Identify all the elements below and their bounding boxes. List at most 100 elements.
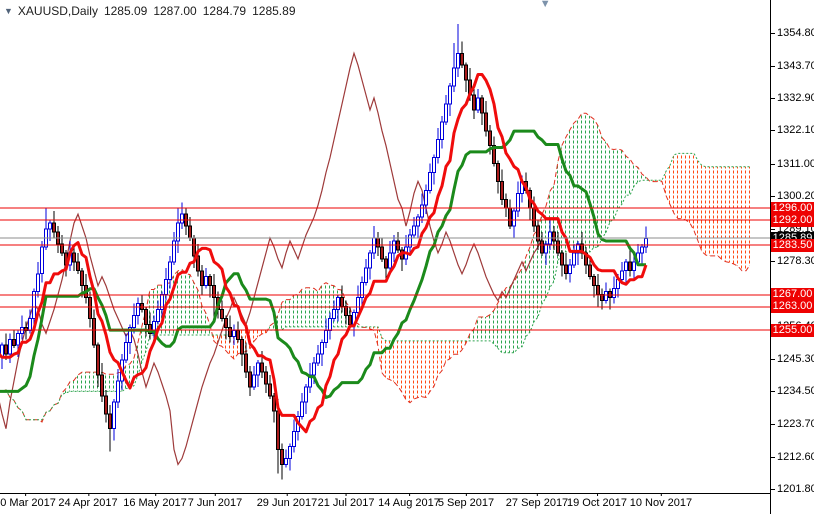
candle-body <box>337 298 340 310</box>
candle-body <box>285 458 288 464</box>
price-tick-label: 1322.10 <box>777 124 814 136</box>
candle-body <box>73 253 76 262</box>
candle-body <box>193 238 196 256</box>
candle-body <box>645 238 648 247</box>
candle-body <box>293 432 296 447</box>
candle-body <box>5 345 8 354</box>
cloud-segment <box>534 229 538 322</box>
cloud-segment <box>314 288 318 327</box>
cloud-segment <box>746 167 750 271</box>
date-tick-label: 29 Jun 2017 <box>257 497 318 509</box>
cloud-segment <box>722 167 726 262</box>
cloud-segment <box>286 300 290 327</box>
date-tick-label: 14 Aug 2017 <box>378 497 440 509</box>
cloud-segment <box>450 341 454 359</box>
candle-body <box>41 247 44 274</box>
candle-body <box>257 363 260 375</box>
chart-plot[interactable]: ▼XAUUSD,Daily1285.091287.001284.791285.8… <box>0 0 770 493</box>
candle-body <box>417 217 420 226</box>
candle-body <box>241 339 244 354</box>
cloud-segment <box>106 374 110 391</box>
cloud-segment <box>590 116 594 252</box>
candle-body <box>37 274 40 292</box>
candle-body <box>77 262 80 271</box>
candle-body <box>169 262 172 280</box>
candle-body <box>541 241 544 253</box>
candle-body <box>477 98 480 110</box>
candle-body <box>445 104 448 122</box>
candle-body <box>101 375 104 396</box>
candle-body <box>269 384 272 396</box>
price-tick-label: 1311.00 <box>777 158 814 170</box>
candle-body <box>229 327 232 336</box>
cloud-segment <box>490 310 494 344</box>
candle-body <box>173 241 176 262</box>
cloud-segment <box>498 295 502 353</box>
cloud-segment <box>690 153 694 230</box>
price-tick-label: 1354.80 <box>777 27 814 39</box>
cloud-segment <box>598 126 602 248</box>
candle-body <box>569 265 572 274</box>
candle-body <box>341 298 344 307</box>
cloud-segment <box>682 153 686 220</box>
candle-body <box>53 223 56 232</box>
price-tick-label: 1278.30 <box>777 255 814 267</box>
candle-body <box>381 247 384 259</box>
candle-body <box>505 199 508 208</box>
cloud-segment <box>570 123 574 252</box>
collapse-arrow-icon[interactable]: ▼ <box>4 6 13 16</box>
cloud-segment <box>170 275 174 335</box>
time-axis[interactable]: 30 Mar 201724 Apr 201716 May 20177 Jun 2… <box>0 493 814 515</box>
cloud-segment <box>738 167 742 271</box>
candle-body <box>509 208 512 226</box>
price-tick-label: 1245.30 <box>777 353 814 365</box>
candle-body <box>377 238 380 247</box>
candle-body <box>421 205 424 217</box>
cloud-segment <box>734 167 738 266</box>
candle-body <box>369 253 372 268</box>
candle-body <box>501 181 504 199</box>
candle-body <box>113 402 116 429</box>
candle-body <box>633 262 636 271</box>
cloud-segment <box>578 113 582 252</box>
candle-body <box>205 277 208 286</box>
candle-body <box>393 241 396 253</box>
date-tick-label: 27 Sep 2017 <box>506 497 568 509</box>
candle-body <box>313 363 316 375</box>
date-tick-label: 24 Apr 2017 <box>58 497 117 509</box>
candle-body <box>17 333 20 345</box>
candle-body <box>265 372 268 384</box>
candle-body <box>329 318 332 330</box>
cloud-segment <box>474 317 478 341</box>
candle-body <box>365 268 368 283</box>
candle-body <box>593 277 596 286</box>
price-tick-label: 1223.70 <box>777 418 814 430</box>
cloud-segment <box>382 338 386 378</box>
candle-body <box>433 158 436 173</box>
candle-body <box>437 140 440 158</box>
candle-body <box>145 310 148 325</box>
chart-shift-marker-icon[interactable]: ▼ <box>540 0 551 10</box>
cloud-segment <box>706 167 710 256</box>
candle-body <box>465 65 468 80</box>
candle-body <box>253 375 256 387</box>
candle-body <box>473 95 476 110</box>
price-tick-label: 1201.80 <box>777 483 814 495</box>
candle-body <box>225 318 228 327</box>
ichimoku-cloud-layer <box>2 113 750 422</box>
cloud-segment <box>458 341 462 354</box>
date-tick-label: 21 Jul 2017 <box>318 497 375 509</box>
cloud-segment <box>618 149 622 209</box>
ohlc-open: 1285.09 <box>104 4 147 18</box>
candle-body <box>389 253 392 268</box>
candle-body <box>105 396 108 414</box>
candle-body <box>597 286 600 295</box>
cloud-segment <box>686 153 690 223</box>
price-tick-label: 1212.60 <box>777 451 814 463</box>
candle-body <box>357 298 360 313</box>
price-axis[interactable]: 1354.801343.701332.901322.101311.001300.… <box>770 0 814 514</box>
candle-body <box>513 211 516 226</box>
cloud-segment <box>542 206 546 304</box>
candle-body <box>13 339 16 345</box>
chart-canvas <box>0 0 770 493</box>
